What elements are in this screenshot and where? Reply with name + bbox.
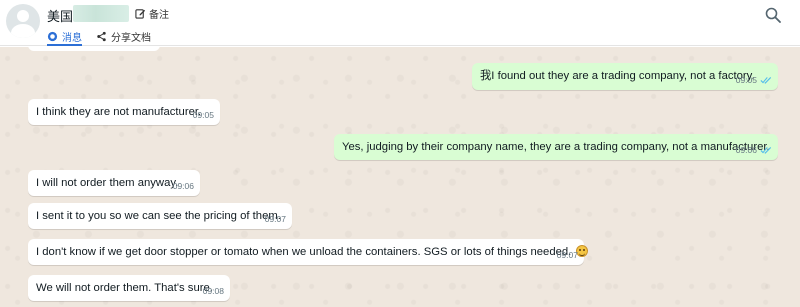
message-bubble-outgoing[interactable]: Yes, judging by their company name, they… <box>334 134 778 160</box>
grinning-face-emoji-icon <box>576 245 589 257</box>
double-check-icon <box>760 147 772 154</box>
message-time: 09:06 <box>172 181 194 191</box>
avatar-head <box>17 10 29 22</box>
message-time: 09:06 <box>735 145 757 155</box>
message-time: 09:08 <box>202 286 224 296</box>
message-meta: 09:06 <box>736 143 772 157</box>
chat-header: 美国 备注 消息 分享文档 <box>0 0 800 46</box>
message-bubble-incoming[interactable]: I think they are not manufacturer. 09:05 <box>28 99 220 125</box>
chat-bubble-icon <box>47 31 58 42</box>
message-time: 09:07 <box>556 250 578 260</box>
message-bubble-incoming[interactable]: We will not order them. That's sure. 09:… <box>28 275 230 301</box>
tab-messages[interactable]: 消息 <box>47 27 82 46</box>
message-text: I think they are not manufacturer. <box>36 106 202 118</box>
contact-name[interactable]: 美国 <box>47 6 73 25</box>
message-meta: 09:05 <box>736 73 772 87</box>
double-check-icon <box>760 77 772 84</box>
message-text: We will not order them. That's sure. <box>36 282 213 294</box>
note-label: 备注 <box>149 10 169 21</box>
message-list[interactable]: 我I found out they are a trading company,… <box>0 47 800 307</box>
previous-message-fragment <box>28 47 160 51</box>
redacted-contact-name <box>73 5 129 22</box>
share-icon <box>97 31 106 42</box>
message-meta: 09:07 <box>557 248 578 262</box>
message-time: 09:05 <box>192 110 214 120</box>
edit-note-icon <box>135 9 146 19</box>
tab-shared-docs[interactable]: 分享文档 <box>96 27 151 46</box>
header-tabs: 消息 分享文档 <box>47 27 151 46</box>
message-text: Yes, judging by their company name, they… <box>342 141 770 153</box>
tab-shared-docs-label: 分享文档 <box>111 33 151 44</box>
message-time: 09:05 <box>735 75 757 85</box>
message-text: I don't know if we get door stopper or t… <box>36 246 572 258</box>
message-text: I sent it to you so we can see the prici… <box>36 210 281 222</box>
message-bubble-outgoing[interactable]: 我I found out they are a trading company,… <box>472 63 778 90</box>
search-icon[interactable] <box>765 7 781 23</box>
avatar[interactable] <box>6 4 40 38</box>
message-text: 我I found out they are a trading company,… <box>480 70 755 82</box>
avatar-body <box>11 24 35 38</box>
message-bubble-incoming[interactable]: I sent it to you so we can see the prici… <box>28 203 292 229</box>
note-button[interactable]: 备注 <box>135 6 169 21</box>
message-time: 09:07 <box>264 214 286 224</box>
message-meta: 09:08 <box>203 284 224 298</box>
tab-messages-label: 消息 <box>62 33 82 44</box>
message-bubble-incoming[interactable]: I don't know if we get door stopper or t… <box>28 239 589 265</box>
message-bubble-incoming[interactable]: I will not order them anyway. 09:06 <box>28 170 200 196</box>
message-text: I will not order them anyway. <box>36 177 179 189</box>
message-meta: 09:07 <box>265 212 286 226</box>
message-meta: 09:06 <box>173 179 194 193</box>
message-meta: 09:05 <box>193 108 214 122</box>
